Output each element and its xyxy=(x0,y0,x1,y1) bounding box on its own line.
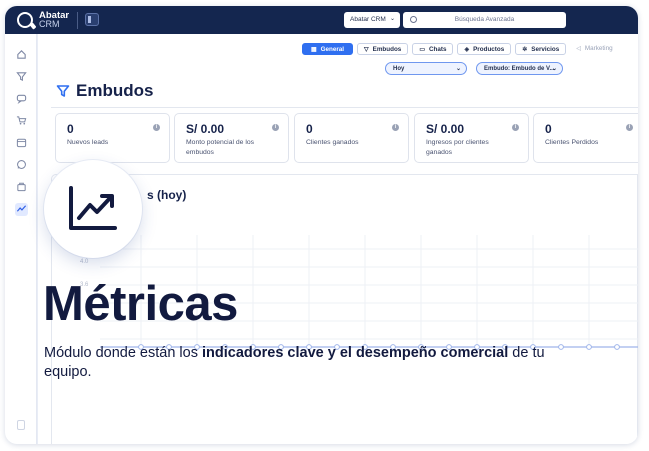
chat-icon xyxy=(16,94,27,104)
logo-sub: CRM xyxy=(39,19,60,29)
sidebar-item-chats[interactable] xyxy=(15,93,28,106)
kpi-card-clients-lost: 0 Clientes Perdidos i xyxy=(533,113,638,163)
funnel-filter-value: Embudo: Embudo de V... xyxy=(484,66,555,72)
search-input[interactable]: Búsqueda Avanzada xyxy=(403,12,566,28)
box-icon: ◈ xyxy=(464,47,470,53)
sidebar-item-metrics[interactable] xyxy=(15,203,28,216)
grid-icon: ▦ xyxy=(310,47,317,53)
page-title: Embudos xyxy=(56,81,153,101)
kpi-card-potential-amount: S/ 0.00 Monto potencial de los embudos i xyxy=(174,113,289,163)
chart-point xyxy=(614,344,620,350)
logo-icon xyxy=(17,12,33,28)
module-tabs: ▦ General ▽ Embudos ▭ Chats ◈ Productos ✲ Ser… xyxy=(302,43,619,55)
topbar-divider xyxy=(77,12,78,29)
tab-chats[interactable]: ▭ Chats xyxy=(412,43,454,55)
search-icon xyxy=(410,16,417,23)
kpi-value: 0 xyxy=(306,122,313,136)
tab-embudos[interactable]: ▽ Embudos xyxy=(357,43,409,55)
trending-up-icon xyxy=(69,186,117,230)
sidebar-item-calendar[interactable] xyxy=(15,137,28,150)
top-bar: Abatar CRM Abatar CRM ⌄ Búsqueda Avanzad… xyxy=(5,6,638,34)
tab-marketing[interactable]: ◁ Marketing xyxy=(570,43,619,55)
chevron-down-icon: ⌄ xyxy=(551,66,557,72)
chart-icon xyxy=(16,205,27,212)
sidebar-item-funnels[interactable] xyxy=(15,71,28,84)
sidebar-item-store[interactable] xyxy=(15,181,28,194)
sidebar-item-whatsapp[interactable] xyxy=(15,159,28,172)
info-icon[interactable]: i xyxy=(626,124,633,131)
sidebar-item-products[interactable] xyxy=(15,115,28,128)
tab-general[interactable]: ▦ General xyxy=(302,43,353,55)
tab-servicios[interactable]: ✲ Servicios xyxy=(515,43,567,55)
workspace-select[interactable]: Abatar CRM ⌄ xyxy=(344,12,400,28)
kpi-label: Nuevos leads xyxy=(67,139,109,146)
trash-icon[interactable] xyxy=(17,420,25,430)
kpi-label: Clientes ganados xyxy=(306,139,359,146)
chevron-down-icon: ⌄ xyxy=(455,66,461,72)
chevron-down-icon: ⌄ xyxy=(389,16,395,22)
kpi-label: Clientes Perdidos xyxy=(545,139,599,146)
info-icon[interactable]: i xyxy=(392,124,399,131)
page-title-text: Embudos xyxy=(76,81,154,100)
kpi-card-new-leads: 0 Nuevos leads i xyxy=(55,113,170,163)
sidebar-toggle-icon[interactable] xyxy=(85,13,99,26)
store-icon xyxy=(17,182,26,192)
gear-icon: ✲ xyxy=(522,47,528,53)
hero-title: Métricas xyxy=(43,277,238,331)
kpi-value: S/ 0.00 xyxy=(426,122,465,136)
hero-description-highlight: indicadores clave y el desempeño comerci… xyxy=(202,345,509,361)
sidebar-item-home[interactable] xyxy=(15,49,28,62)
info-icon[interactable]: i xyxy=(272,124,279,131)
search-placeholder: Búsqueda Avanzada xyxy=(454,16,515,23)
app-logo[interactable]: Abatar CRM xyxy=(17,11,69,29)
calendar-icon xyxy=(16,138,27,148)
sidebar xyxy=(5,34,37,444)
title-divider xyxy=(51,107,638,108)
kpi-card-income-won: S/ 0.00 Ingresos por clientes ganados i xyxy=(414,113,529,163)
tab-productos[interactable]: ◈ Productos xyxy=(457,43,512,55)
kpi-value: S/ 0.00 xyxy=(186,122,225,136)
metrics-badge xyxy=(44,160,142,258)
y-tick-label: 4.0 xyxy=(80,259,89,265)
period-filter[interactable]: Hoy ⌄ xyxy=(385,62,467,75)
workspace-select-value: Abatar CRM xyxy=(350,16,386,23)
info-icon[interactable]: i xyxy=(153,124,160,131)
megaphone-icon: ◁ xyxy=(576,46,581,52)
info-icon[interactable]: i xyxy=(512,124,519,131)
funnel-filter[interactable]: Embudo: Embudo de V... ⌄ xyxy=(476,62,563,75)
chat-icon: ▭ xyxy=(419,47,425,53)
kpi-card-clients-won: 0 Clientes ganados i xyxy=(294,113,409,163)
home-icon xyxy=(17,50,26,59)
hero-description: Módulo donde están los indicadores clave… xyxy=(44,345,545,380)
period-filter-value: Hoy xyxy=(393,66,405,72)
whatsapp-icon xyxy=(17,160,26,169)
kpi-label: Ingresos por clientes ganados xyxy=(426,139,489,156)
kpi-value: 0 xyxy=(545,122,552,136)
kpi-value: 0 xyxy=(67,122,74,136)
funnel-icon xyxy=(16,72,27,82)
funnel-icon: ▽ xyxy=(364,47,369,53)
kpi-label: Monto potencial de los embudos xyxy=(186,139,255,156)
cart-icon xyxy=(16,116,27,125)
funnel-icon xyxy=(56,85,70,97)
